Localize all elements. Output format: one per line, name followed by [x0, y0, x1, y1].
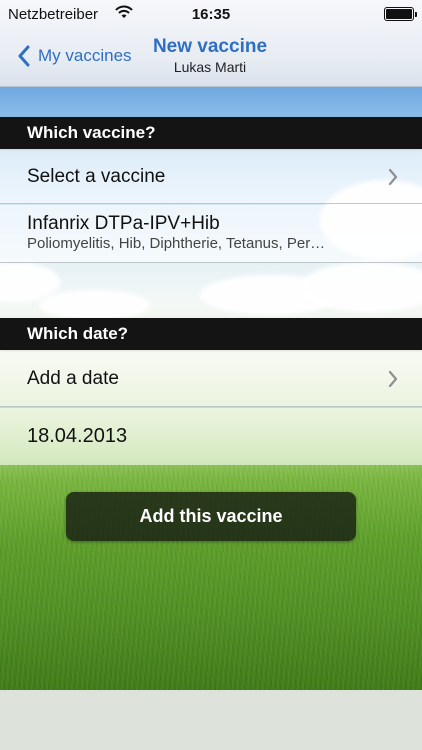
- selected-vaccine-row: Infanrix DTPa-IPV+Hib Poliomyelitis, Hib…: [0, 205, 422, 263]
- back-button-label: My vaccines: [38, 46, 132, 65]
- chevron-left-icon: [18, 45, 30, 67]
- selected-vaccine-diseases: Poliomyelitis, Hib, Diphtherie, Tetanus,…: [27, 235, 326, 252]
- section-header-vaccine: Which vaccine?: [0, 117, 422, 149]
- add-date-label: Add a date: [27, 368, 119, 389]
- back-button[interactable]: My vaccines: [18, 40, 132, 72]
- bottom-strip: [0, 690, 422, 750]
- selected-date-value: 18.04.2013: [27, 425, 128, 447]
- page-title: New vaccine: [152, 36, 268, 57]
- clock-time: 16:35: [191, 6, 231, 23]
- add-date-row[interactable]: Add a date: [0, 350, 422, 407]
- selected-vaccine-name: Infanrix DTPa-IPV+Hib: [27, 213, 220, 234]
- add-vaccine-button[interactable]: Add this vaccine: [66, 492, 356, 541]
- select-vaccine-row[interactable]: Select a vaccine: [0, 149, 422, 204]
- chevron-right-icon: [388, 168, 398, 186]
- navigation-bar: Netzbetreiber 16:35 My vaccines New vacc…: [0, 0, 422, 87]
- select-vaccine-label: Select a vaccine: [27, 166, 166, 187]
- section-header-date: Which date?: [0, 318, 422, 350]
- nav-title-group: New vaccine Lukas Marti: [122, 36, 298, 75]
- status-bar: Netzbetreiber 16:35: [0, 0, 422, 30]
- chevron-right-icon: [388, 370, 398, 388]
- battery-icon: [384, 7, 417, 21]
- selected-date-row: 18.04.2013: [0, 408, 422, 465]
- page-subtitle: Lukas Marti: [173, 59, 247, 75]
